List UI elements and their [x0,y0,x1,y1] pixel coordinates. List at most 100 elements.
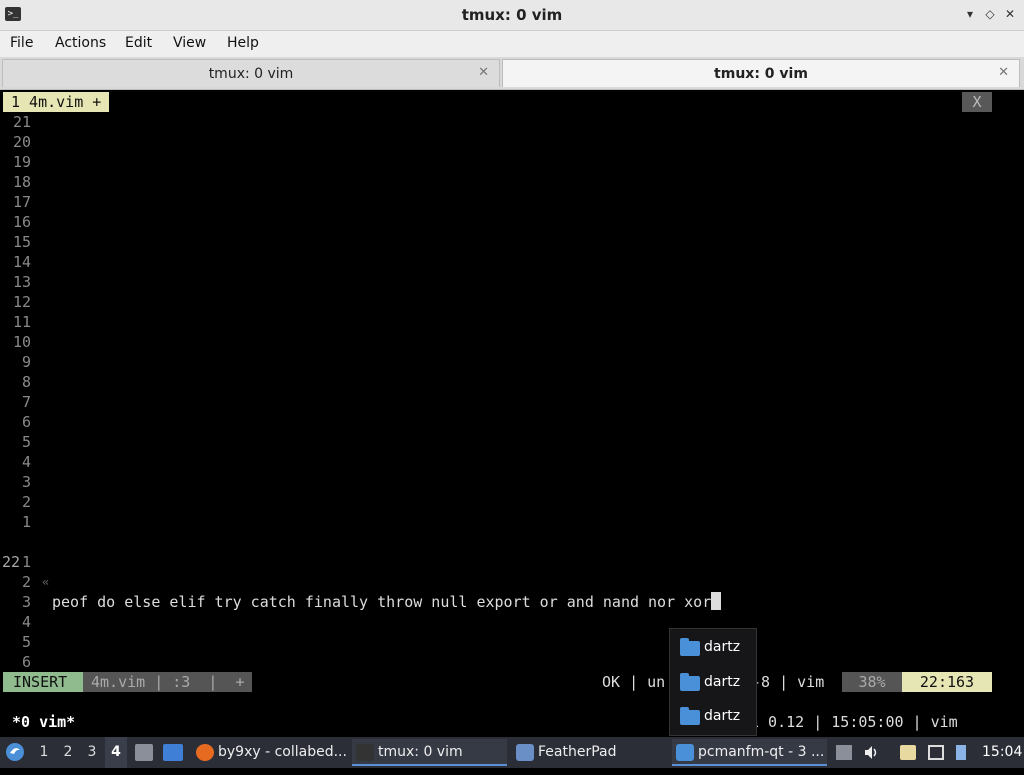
popup-item-label: dartz [704,708,741,724]
vim-status-encoding-tail: -8 | vim [752,673,825,691]
taskbar: 1 2 3 4 by9xy - collabed... tmux: 0 vim … [0,737,1024,768]
task-pcmanfm[interactable]: pcmanfm-qt - 3 ... [672,739,827,766]
tab-terminal-1[interactable]: tmux: 0 vim ✕ [2,59,500,87]
menubar: File Actions Edit View Help [0,31,1024,57]
popup-item-folder[interactable]: dartz [680,672,756,696]
line-number: 5 [21,633,31,651]
line-number: 6 [21,413,31,431]
tmux-window-label[interactable]: *0 vim* [12,712,75,732]
line-number: 11 [12,313,31,331]
line-number: 2 [21,493,31,511]
battery-icon[interactable] [956,745,966,760]
workspace-3[interactable]: 3 [81,737,103,768]
wrap-marker: « [42,575,50,589]
current-line-text: peof do else elif try catch finally thro… [52,593,712,611]
vim-buffer-tab[interactable]: 1 4m.vim + [3,92,110,112]
folder-icon [676,744,694,761]
tmux-status-right: 1 0.12 | 15:05:00 | vim [750,713,958,731]
task-label: tmux: 0 vim [378,744,463,760]
vim-cursor-position: 22:163 [902,672,992,692]
workspace-1[interactable]: 1 [33,737,55,768]
tab-label: tmux: 0 vim [208,66,294,82]
line-number: 20 [12,133,31,151]
workspace-4[interactable]: 4 [105,737,127,768]
volume-icon[interactable] [864,745,880,760]
line-number: 7 [21,393,31,411]
line-number: 15 [12,233,31,251]
vim-statusline: INSERT 4m.vim | :3 | + OK | un -8 | vim 3… [0,672,1024,692]
line-number: 21 [12,113,31,131]
tab-bar: tmux: 0 vim ✕ tmux: 0 vim ✕ [0,57,1024,90]
line-number: 10 [12,333,31,351]
workspace-2[interactable]: 2 [57,737,79,768]
clock[interactable]: 15:04 [982,737,1022,768]
line-number: 4 [21,613,31,631]
window-titlebar: >_ tmux: 0 vim ▾ ◇ ✕ [0,0,1024,31]
task-label: FeatherPad [538,744,617,760]
featherpad-icon [516,744,534,761]
start-menu-button[interactable] [4,741,26,763]
menu-help[interactable]: Help [227,35,259,51]
vim-mode: INSERT [3,672,83,692]
menu-view[interactable]: View [173,35,206,51]
current-line[interactable]: 22 « peof do else elif try catch finally… [0,532,722,611]
menu-edit[interactable]: Edit [125,35,152,51]
line-number: 3 [21,593,31,611]
task-firefox[interactable]: by9xy - collabed... [192,739,347,766]
popup-item-folder[interactable]: dartz [680,706,756,730]
line-number: 8 [21,373,31,391]
line-number: 12 [12,293,31,311]
vim-file-info: 4m.vim | :3 | + [83,672,252,692]
tab-label: tmux: 0 vim [714,66,808,82]
tab-close-icon[interactable]: ✕ [998,65,1009,80]
line-number: 17 [12,193,31,211]
vim-status-ok: OK | un [602,673,666,691]
terminal-icon [356,744,374,761]
task-label: pcmanfm-qt - 3 ... [698,744,825,760]
line-number: 4 [21,453,31,471]
folder-icon [680,707,700,725]
line-number: 14 [12,253,31,271]
line-number: 16 [12,213,31,231]
popup-item-label: dartz [704,639,741,655]
folder-icon [680,673,700,691]
line-number: 18 [12,173,31,191]
line-number: 5 [21,433,31,451]
menu-file[interactable]: File [10,35,33,51]
tab-terminal-2[interactable]: tmux: 0 vim ✕ [502,59,1020,87]
folder-icon [680,638,700,656]
clipboard-icon[interactable] [900,745,916,760]
task-label: by9xy - collabed... [218,744,347,760]
maximize-button[interactable]: ◇ [982,6,998,22]
line-number: 19 [12,153,31,171]
taskbar-window-popup: dartz dartz dartz [669,628,757,736]
tab-close-icon[interactable]: ✕ [478,65,489,80]
task-featherpad[interactable]: FeatherPad [512,739,667,766]
storage-icon[interactable] [836,745,852,760]
firefox-icon [196,744,214,761]
text-cursor [711,592,722,610]
vim-percent: 38% [842,672,902,692]
line-number: 13 [12,273,31,291]
network-icon[interactable] [928,745,944,760]
line-number: 3 [21,473,31,491]
menu-actions[interactable]: Actions [55,35,106,51]
file-manager-launcher-icon[interactable] [135,744,153,761]
line-number: 2 [21,573,31,591]
lxqt-logo-icon [6,743,24,761]
window-title: tmux: 0 vim [461,6,563,24]
line-number: 1 [21,513,31,531]
terminal-area[interactable]: 1 4m.vim + X 21 20 19 18 17 16 15 14 13 12 11 10 9 8 7… [0,90,1024,737]
vim-buffer-close[interactable]: X [962,92,992,112]
desktop-launcher-icon[interactable] [163,744,183,761]
line-number: 9 [21,353,31,371]
minimize-button[interactable]: ▾ [962,6,978,22]
popup-item-folder[interactable]: dartz [680,637,756,661]
close-window-button[interactable]: ✕ [1002,6,1018,22]
tmux-statusbar: *0 vim* 1 0.12 | 15:05:00 | vim [0,712,1024,732]
popup-item-label: dartz [704,674,741,690]
line-number: 6 [21,653,31,671]
task-terminal[interactable]: tmux: 0 vim [352,739,507,766]
vim-status-right: OK | un -8 | vim [602,672,824,692]
line-number: 1 [21,553,31,571]
